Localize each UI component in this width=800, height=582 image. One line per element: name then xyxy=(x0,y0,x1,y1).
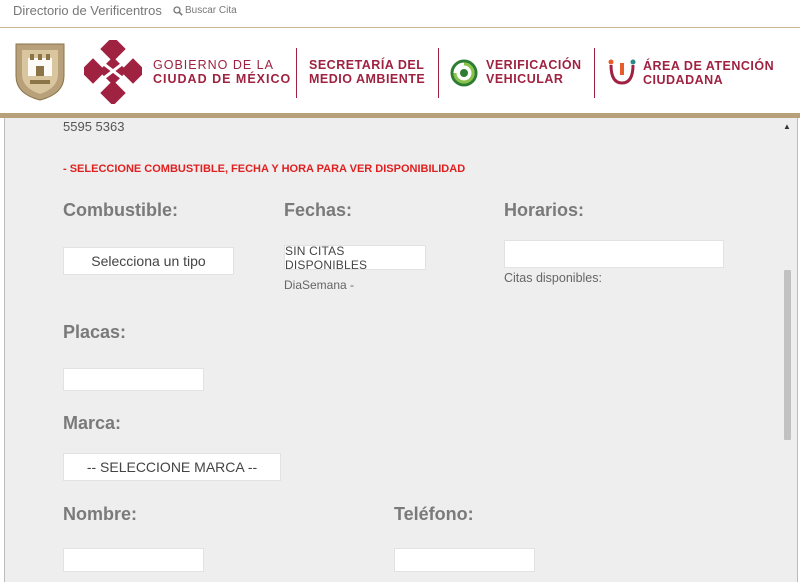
gov-line-2: CIUDAD DE MÉXICO xyxy=(153,72,292,86)
contact-phone: 5595 5363 xyxy=(63,119,125,134)
scrollbar[interactable]: ▲ xyxy=(781,120,793,582)
verif-line-2: VEHICULAR xyxy=(486,72,564,86)
divider xyxy=(438,48,439,98)
plates-label: Placas: xyxy=(63,322,127,342)
cdmx-crest-icon xyxy=(15,43,65,101)
directory-link[interactable]: Directorio de Verificentros xyxy=(13,3,162,18)
sedema-name: SECRETARÍA DEL MEDIO AMBIENTE xyxy=(309,58,425,86)
search-link-label: Buscar Cita xyxy=(185,5,237,16)
sedema-line-1: SECRETARÍA DEL xyxy=(309,58,425,72)
search-icon xyxy=(173,5,183,16)
top-nav: Directorio de Verificentros Buscar Cita xyxy=(0,0,800,28)
scrollbar-thumb[interactable] xyxy=(784,270,791,440)
hours-label: Horarios: xyxy=(504,200,585,220)
hours-select[interactable] xyxy=(504,240,724,268)
fuel-label: Combustible: xyxy=(63,200,178,220)
aac-line-2: CIUDADANA xyxy=(643,73,724,87)
available-appointments-text: Citas disponibles: xyxy=(504,271,602,285)
citizen-attention-icon xyxy=(608,59,636,85)
sedema-line-2: MEDIO AMBIENTE xyxy=(309,72,426,86)
weekday-text: DiaSemana - xyxy=(284,278,355,292)
brand-select[interactable]: -- SELECCIONE MARCA -- xyxy=(63,453,281,481)
name-input[interactable] xyxy=(63,548,204,572)
name-label: Nombre: xyxy=(63,504,138,524)
divider xyxy=(296,48,297,98)
scroll-up-arrow-icon[interactable]: ▲ xyxy=(783,122,791,131)
phone-label: Teléfono: xyxy=(394,504,474,524)
vehicle-verification-icon xyxy=(450,59,478,87)
plates-input[interactable] xyxy=(63,368,204,391)
citizen-attention-name: ÁREA DE ATENCIÓN CIUDADANA xyxy=(643,59,774,87)
availability-warning: - SELECCIONE COMBUSTIBLE, FECHA Y HORA P… xyxy=(63,163,466,175)
dates-label: Fechas: xyxy=(284,200,353,220)
brand-label: Marca: xyxy=(63,413,122,433)
divider xyxy=(594,48,595,98)
dates-select[interactable]: SIN CITAS DISPONIBLES xyxy=(284,244,426,272)
verif-line-1: VERIFICACIÓN xyxy=(486,58,582,72)
gov-cdmx-name: GOBIERNO DE LA CIUDAD DE MÉXICO xyxy=(153,58,291,86)
vehicle-verification-name: VERIFICACIÓN VEHICULAR xyxy=(486,58,582,86)
header: GOBIERNO DE LA CIUDAD DE MÉXICO SECRETAR… xyxy=(0,28,800,114)
search-appointment-link[interactable]: Buscar Cita xyxy=(173,5,237,16)
aac-line-1: ÁREA DE ATENCIÓN xyxy=(643,59,775,73)
cdmx-logo-icon xyxy=(84,40,142,104)
phone-input[interactable] xyxy=(394,548,535,572)
gov-line-1: GOBIERNO DE LA xyxy=(153,58,274,72)
fuel-select[interactable]: Selecciona un tipo xyxy=(63,247,234,275)
